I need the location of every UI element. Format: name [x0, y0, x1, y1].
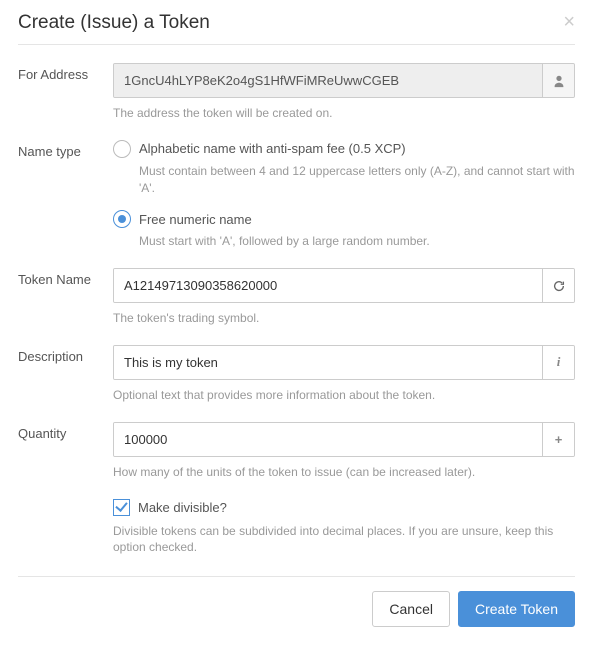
create-token-modal: Create (Issue) a Token × For Address The… — [0, 0, 593, 645]
create-token-button[interactable]: Create Token — [458, 591, 575, 627]
refresh-icon[interactable] — [542, 269, 574, 302]
description-input-group: i — [113, 345, 575, 380]
address-help: The address the token will be created on… — [113, 105, 575, 122]
tokenname-input-group — [113, 268, 575, 303]
tokenname-label: Token Name — [18, 268, 113, 289]
description-label: Description — [18, 345, 113, 366]
tokenname-help: The token's trading symbol. — [113, 310, 575, 327]
checkbox-checked-icon — [113, 499, 130, 516]
modal-header: Create (Issue) a Token × — [18, 12, 575, 45]
quantity-help: How many of the units of the token to is… — [113, 464, 575, 481]
divisible-help: Divisible tokens can be subdivided into … — [113, 523, 575, 557]
modal-footer: Cancel Create Token — [18, 576, 575, 627]
modal-title: Create (Issue) a Token — [18, 12, 210, 34]
user-icon — [542, 64, 574, 97]
quantity-input[interactable] — [114, 423, 542, 456]
nametype-label: Name type — [18, 140, 113, 161]
address-input-group — [113, 63, 575, 98]
address-label: For Address — [18, 63, 113, 84]
close-icon[interactable]: × — [563, 12, 575, 32]
nametype-alpha-help: Must contain between 4 and 12 uppercase … — [139, 163, 575, 197]
plus-icon[interactable]: + — [542, 423, 574, 456]
divisible-checkbox[interactable]: Make divisible? — [113, 499, 575, 516]
nametype-numeric-radio[interactable]: Free numeric name — [113, 210, 575, 228]
nametype-numeric-label: Free numeric name — [139, 212, 252, 227]
address-input[interactable] — [114, 64, 542, 97]
radio-checked-icon — [113, 210, 131, 228]
description-input[interactable] — [114, 346, 542, 379]
quantity-label: Quantity — [18, 422, 113, 443]
tokenname-input[interactable] — [114, 269, 542, 302]
divisible-label: Make divisible? — [138, 500, 227, 515]
radio-unchecked-icon — [113, 140, 131, 158]
cancel-button[interactable]: Cancel — [372, 591, 450, 627]
nametype-numeric-help: Must start with 'A', followed by a large… — [139, 233, 575, 250]
nametype-alpha-label: Alphabetic name with anti-spam fee (0.5 … — [139, 141, 406, 156]
nametype-alpha-radio[interactable]: Alphabetic name with anti-spam fee (0.5 … — [113, 140, 575, 158]
quantity-input-group: + — [113, 422, 575, 457]
info-icon[interactable]: i — [542, 346, 574, 379]
description-help: Optional text that provides more informa… — [113, 387, 575, 404]
